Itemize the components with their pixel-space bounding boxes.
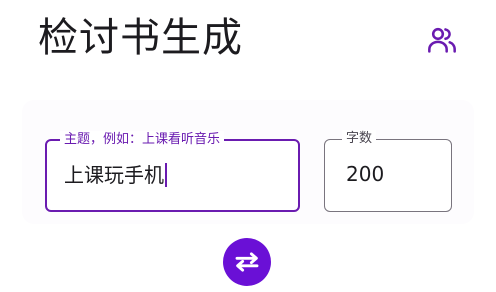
text-caret [165,163,167,187]
page-title: 检讨书生成 [38,15,243,61]
word-count-input[interactable]: 200 [346,160,384,188]
generate-swap-button[interactable] [223,238,271,286]
app-page: 检讨书生成 主题，例如：上课看听音乐 上课玩手机 字数 200 [0,0,496,292]
word-count-field[interactable]: 字数 200 [324,130,452,212]
word-count-input-value: 200 [346,162,385,186]
people-icon [428,27,456,53]
topic-input-value: 上课玩手机 [64,163,164,187]
account-button[interactable] [422,20,462,60]
swap-arrows-icon [235,252,259,272]
topic-field[interactable]: 主题，例如：上课看听音乐 上课玩手机 [45,131,300,212]
topic-field-label: 主题，例如：上课看听音乐 [60,131,225,149]
topic-input[interactable]: 上课玩手机 [64,161,167,189]
word-count-field-label: 字数 [342,130,377,148]
